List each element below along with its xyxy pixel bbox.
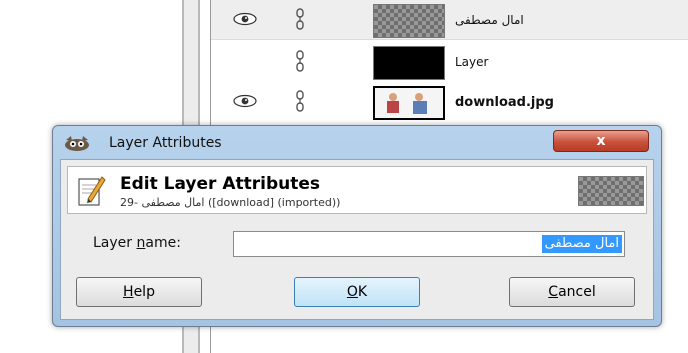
- eye-icon[interactable]: [233, 12, 257, 26]
- eye-icon[interactable]: [233, 94, 257, 108]
- cancel-button[interactable]: Cancel: [509, 277, 635, 307]
- layer-thumbnail: [373, 46, 445, 80]
- layer-name: امال مصطفى: [455, 13, 524, 27]
- layer-name-value: امال مصطفى: [541, 235, 622, 253]
- ok-button[interactable]: OK: [294, 277, 420, 307]
- gimp-wilber-icon: [65, 136, 89, 151]
- layer-thumbnail: [373, 4, 445, 38]
- layer-name: Layer: [455, 55, 489, 69]
- layer-name: download.jpg: [455, 95, 554, 110]
- close-button[interactable]: x: [553, 130, 649, 152]
- dialog-title: Layer Attributes: [109, 135, 222, 151]
- layer-row[interactable]: امال مصطفى: [211, 0, 688, 40]
- chain-icon[interactable]: [295, 8, 305, 30]
- header-title: Edit Layer Attributes: [120, 174, 321, 194]
- dialog-header: Edit Layer Attributes امال مصطفى -29 ([d…: [67, 166, 647, 214]
- edit-pencil-icon: [78, 176, 106, 206]
- layer-row[interactable]: download.jpg: [211, 82, 688, 122]
- close-icon: x: [596, 133, 606, 149]
- header-subtitle: امال مصطفى -29 ([download] (imported)): [120, 196, 341, 209]
- layer-thumbnail: [373, 86, 445, 120]
- help-button[interactable]: Help: [76, 277, 202, 307]
- layer-name-label: Layer name:: [93, 235, 181, 251]
- photo-thumbnail-image: [387, 93, 427, 114]
- title-bar[interactable]: Layer Attributes x: [53, 126, 661, 158]
- layer-row[interactable]: Layer: [211, 42, 688, 82]
- chain-icon[interactable]: [295, 90, 305, 112]
- layer-attributes-dialog: Layer Attributes x Edit Layer Attributes…: [52, 125, 662, 327]
- layer-name-input[interactable]: امال مصطفى: [233, 231, 625, 257]
- dialog-content: Edit Layer Attributes امال مصطفى -29 ([d…: [60, 159, 654, 320]
- chain-icon[interactable]: [295, 50, 305, 72]
- layer-preview-thumbnail: [578, 176, 644, 206]
